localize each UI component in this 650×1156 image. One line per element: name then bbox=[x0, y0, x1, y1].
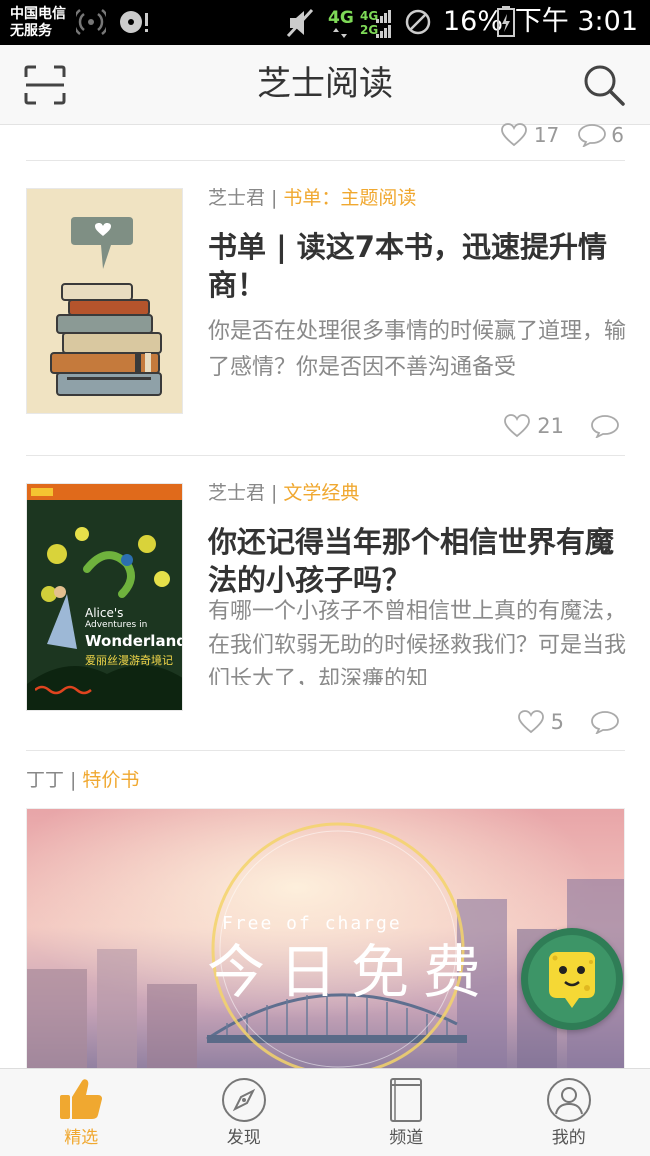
nav-label: 频道 bbox=[389, 1128, 424, 1148]
article-title[interactable]: 你还记得当年那个相信世界有魔法的小孩子吗？ bbox=[208, 523, 626, 599]
page-title: 芝士阅读 bbox=[257, 64, 393, 104]
nav-item-discover[interactable]: 发现 bbox=[163, 1069, 326, 1156]
alice-in-wonderland-cover bbox=[27, 484, 182, 710]
article-title[interactable]: 书单 | 读这7本书，迅速提升情商！ bbox=[208, 228, 626, 304]
network-4g-label: 4G bbox=[328, 8, 354, 28]
compass-icon bbox=[221, 1078, 266, 1122]
article-category[interactable]: 书单：主题阅读 bbox=[283, 187, 416, 209]
article-author[interactable]: 芝士君 bbox=[208, 482, 265, 504]
cover-title-line3: Wonderland bbox=[85, 632, 183, 650]
article-stats: 5 bbox=[517, 710, 620, 734]
like-icon[interactable] bbox=[517, 710, 545, 734]
meta-separator: | bbox=[271, 482, 278, 504]
carrier-name: 中国电信 bbox=[10, 6, 66, 22]
app-header: 芝士阅读 bbox=[0, 45, 650, 125]
signal-bars-icon bbox=[376, 10, 391, 38]
banner-subtitle: Free of charge bbox=[222, 913, 402, 934]
article-excerpt: 你是否在处理很多事情的时候赢了道理，输了感情？你是否因不善沟通备受 bbox=[208, 319, 626, 380]
like-icon[interactable] bbox=[503, 414, 531, 438]
cover-title-cn: 爱丽丝漫游奇境记 bbox=[85, 654, 173, 667]
article-stats: 21 bbox=[503, 414, 620, 438]
like-count: 5 bbox=[550, 710, 564, 734]
book-icon bbox=[390, 1078, 423, 1122]
article-meta: 芝士君 | 书单：主题阅读 bbox=[208, 186, 416, 210]
comment-icon[interactable] bbox=[590, 414, 620, 438]
user-icon bbox=[546, 1078, 591, 1122]
status-bar: 中国电信 无服务 4G 4G 2G 16% 下午 3:01 bbox=[0, 0, 650, 45]
divider bbox=[26, 750, 625, 751]
nav-item-profile[interactable]: 我的 bbox=[488, 1069, 650, 1156]
article-author[interactable]: 芝士君 bbox=[208, 187, 265, 209]
wifi-hotspot-icon bbox=[76, 9, 106, 35]
banner-title: 今日免费 bbox=[207, 938, 496, 1006]
article-excerpt: 有哪一个小孩子不曾相信世上真的有魔法，在我们软弱无助的时候拯救我们？可是当我们长… bbox=[208, 599, 626, 685]
article-meta: 芝士君 | 文学经典 bbox=[208, 481, 359, 505]
meta-separator: | bbox=[70, 769, 77, 791]
battery-percent: 16% bbox=[443, 6, 504, 37]
cover-title-line1: Alice's bbox=[85, 606, 124, 620]
article-card[interactable]: Alice's Adventures in Wonderland 爱丽丝漫游奇境… bbox=[0, 455, 650, 751]
cheese-mascot-icon bbox=[528, 935, 616, 1023]
stack-of-books-illustration bbox=[27, 189, 182, 413]
data-arrows-icon bbox=[333, 28, 347, 38]
like-count: 21 bbox=[537, 414, 564, 438]
banner-author[interactable]: 丁丁 bbox=[26, 769, 64, 791]
mascot-fab-button[interactable] bbox=[521, 928, 623, 1030]
like-icon[interactable] bbox=[500, 123, 528, 147]
comment-count: 6 bbox=[611, 123, 624, 147]
bottom-navigation: 精选 发现 频道 我的 bbox=[0, 1068, 650, 1156]
cover-title-line2: Adventures in bbox=[85, 620, 148, 630]
cover-decoration bbox=[35, 685, 92, 695]
article-thumbnail: Alice's Adventures in Wonderland 爱丽丝漫游奇境… bbox=[26, 483, 183, 711]
nav-label: 发现 bbox=[226, 1128, 261, 1148]
do-not-disturb-icon bbox=[405, 9, 431, 35]
previous-item-stats: 17 6 bbox=[500, 122, 624, 148]
thumbs-up-icon bbox=[60, 1079, 103, 1119]
meta-separator: | bbox=[271, 187, 278, 209]
nav-label: 我的 bbox=[551, 1128, 586, 1148]
article-card[interactable]: 芝士君 | 书单：主题阅读 书单 | 读这7本书，迅速提升情商！ 你是否在处理很多事… bbox=[0, 160, 650, 456]
carrier-info: 中国电信 无服务 bbox=[10, 6, 66, 40]
mute-icon bbox=[286, 8, 314, 38]
banner-category[interactable]: 特价书 bbox=[82, 769, 139, 791]
article-thumbnail bbox=[26, 188, 183, 414]
article-category[interactable]: 文学经典 bbox=[283, 482, 359, 504]
comment-icon[interactable] bbox=[577, 123, 607, 147]
search-icon[interactable] bbox=[582, 63, 626, 107]
banner-meta: 丁丁 | 特价书 bbox=[26, 768, 139, 792]
disc-icon bbox=[120, 11, 148, 33]
clock: 下午 3:01 bbox=[514, 6, 638, 37]
battery-charging-icon bbox=[497, 6, 515, 37]
carrier-status: 无服务 bbox=[10, 23, 52, 39]
like-count: 17 bbox=[533, 123, 560, 147]
nav-label: 精选 bbox=[64, 1128, 99, 1148]
nav-item-featured[interactable]: 精选 bbox=[0, 1069, 163, 1156]
nav-item-channels[interactable]: 频道 bbox=[325, 1069, 488, 1156]
comment-icon[interactable] bbox=[590, 710, 620, 734]
